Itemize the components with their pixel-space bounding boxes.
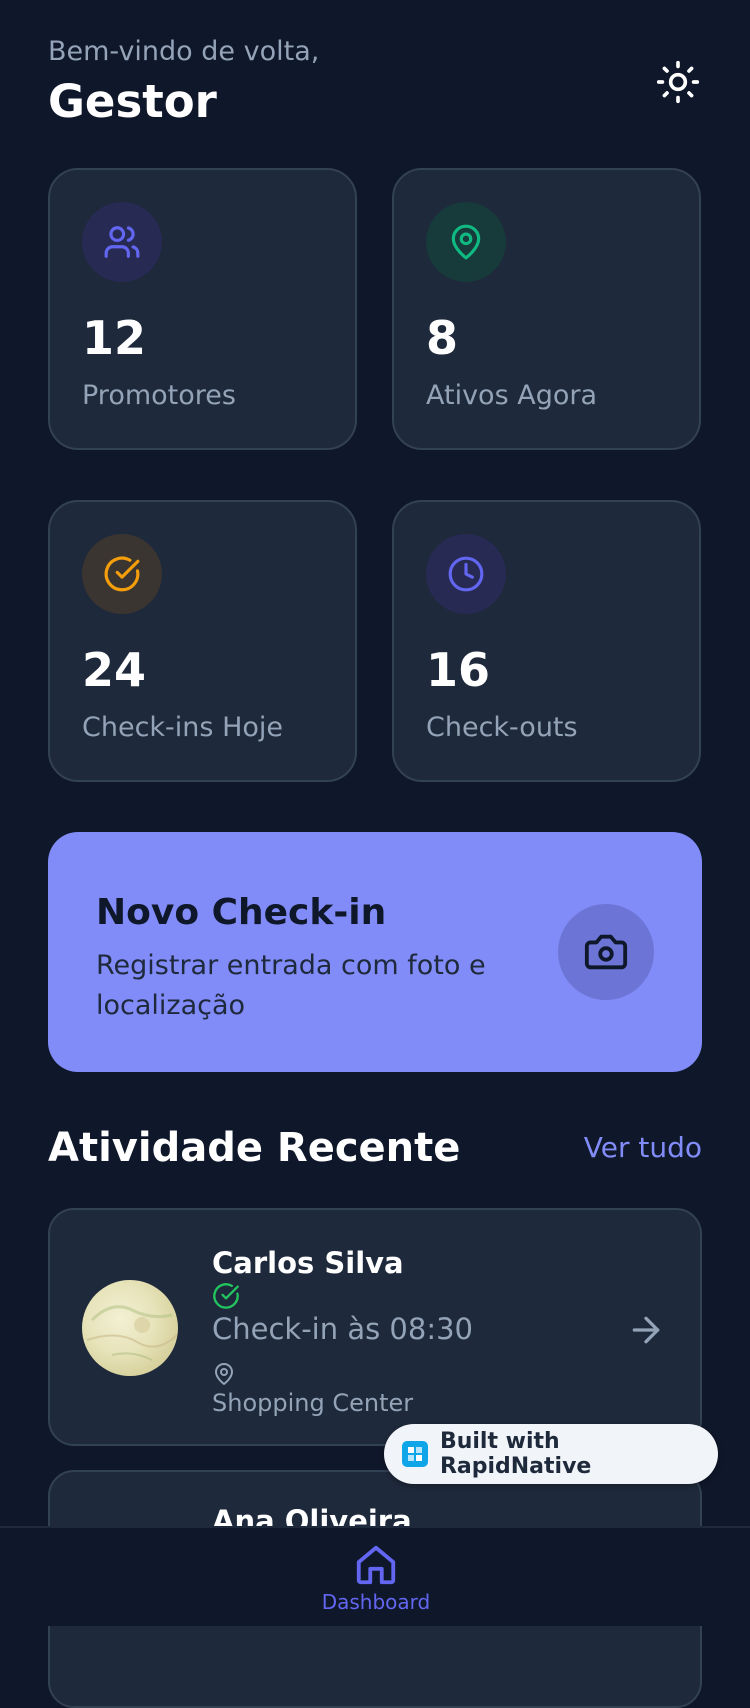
stat-label: Check-ins Hoje — [82, 712, 283, 743]
check-circle-icon — [104, 556, 140, 592]
stat-label: Ativos Agora — [426, 380, 598, 411]
camera-button[interactable] — [558, 904, 654, 1000]
stat-icon-wrap — [426, 534, 506, 614]
activity-time: Check-in às 08:30 — [212, 1312, 473, 1346]
stat-icon-wrap — [82, 534, 162, 614]
avatar-map-image — [86, 1305, 178, 1361]
stat-value: 8 — [426, 311, 459, 365]
header: Bem-vindo de volta, Gestor — [48, 34, 702, 134]
stat-card-ativos[interactable]: 8 Ativos Agora — [392, 168, 701, 450]
home-icon — [356, 1545, 396, 1585]
stat-value: 24 — [82, 643, 147, 697]
activity-place: Shopping Center — [212, 1389, 414, 1417]
bottom-tab-bar: Dashboard — [0, 1526, 750, 1626]
stat-icon-wrap — [426, 202, 506, 282]
logo-mark — [407, 1447, 422, 1461]
sun-icon — [656, 60, 700, 104]
map-pin-icon — [215, 1363, 233, 1385]
stat-label: Promotores — [82, 380, 236, 411]
activity-name: Carlos Silva — [212, 1246, 404, 1280]
section-title: Atividade Recente — [48, 1125, 461, 1171]
stat-card-promotores[interactable]: 12 Promotores — [48, 168, 357, 450]
see-all-link[interactable]: Ver tudo — [584, 1130, 702, 1166]
theme-toggle-button[interactable] — [654, 58, 702, 106]
stat-icon-wrap — [82, 202, 162, 282]
users-icon — [104, 226, 140, 258]
clock-icon — [448, 556, 484, 592]
new-checkin-card[interactable]: Novo Check-in Registrar entrada com foto… — [48, 832, 702, 1072]
location-pin — [212, 1362, 236, 1390]
stat-label: Check-outs — [426, 712, 578, 743]
arrow-right-icon — [632, 1316, 660, 1344]
tab-label: Dashboard — [321, 1590, 431, 1614]
badge-text: Built with RapidNative — [439, 1429, 592, 1479]
stat-card-checkins[interactable]: 24 Check-ins Hoje — [48, 500, 357, 782]
cta-subtitle: Registrar entrada com foto e localização — [96, 950, 486, 1021]
camera-icon — [584, 934, 628, 970]
cta-title: Novo Check-in — [96, 892, 387, 933]
built-with-badge[interactable]: Built with RapidNative — [384, 1424, 718, 1484]
page-title: Gestor — [48, 75, 217, 128]
stat-value: 16 — [426, 643, 491, 697]
rapidnative-logo-icon — [402, 1441, 428, 1467]
welcome-text: Bem-vindo de volta, — [48, 36, 320, 67]
stat-card-checkouts[interactable]: 16 Check-outs — [392, 500, 701, 782]
map-pin-icon — [451, 224, 481, 260]
avatar — [82, 1280, 178, 1376]
tab-dashboard[interactable]: Dashboard — [316, 1528, 436, 1626]
activity-open-button[interactable] — [626, 1310, 666, 1350]
activity-item[interactable]: Carlos Silva Check-in às 08:30 Shopping … — [48, 1208, 702, 1446]
check-circle-icon — [213, 1283, 239, 1309]
stat-value: 12 — [82, 311, 147, 365]
